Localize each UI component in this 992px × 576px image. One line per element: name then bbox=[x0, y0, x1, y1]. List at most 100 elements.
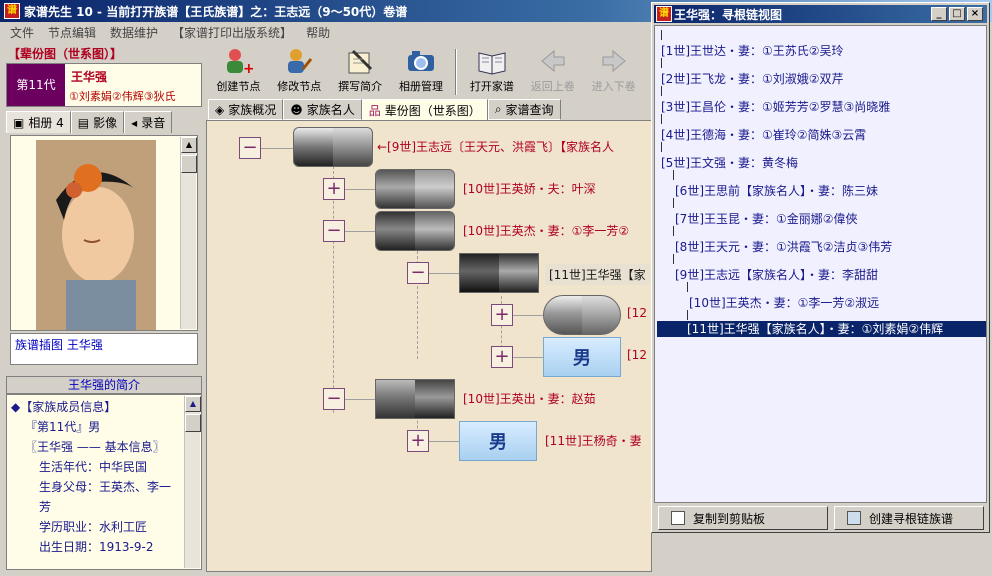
tree-node-label[interactable]: [10世]王英娇・夫：叶深 bbox=[463, 180, 596, 197]
tab-genealogy-search[interactable]: ⌕ 家谱查询 bbox=[487, 99, 561, 120]
camera-icon: ▣ bbox=[13, 115, 25, 130]
collapse-toggle[interactable]: − bbox=[323, 220, 345, 242]
male-placeholder-icon[interactable]: 男 bbox=[543, 337, 621, 377]
window-controls: _ □ × bbox=[931, 7, 983, 21]
expand-toggle[interactable]: + bbox=[491, 304, 513, 326]
create-node-button[interactable]: + 创建节点 bbox=[208, 45, 269, 97]
member-spouses: ①刘素娟②伟辉③狄氏 bbox=[69, 90, 176, 103]
intro-line: 生身父母：王英杰、李一芳 bbox=[39, 480, 172, 514]
intro-scrollbar[interactable]: ▲ bbox=[184, 396, 201, 568]
chain-item-selected[interactable]: [11世]王华强【家族名人】・妻：①刘素娟②伟辉 bbox=[657, 321, 986, 337]
tree-node-label[interactable]: [12 bbox=[627, 306, 647, 320]
intro-line: 出生日期：1913-9-2 bbox=[39, 540, 154, 554]
maximize-icon[interactable]: □ bbox=[949, 7, 965, 21]
face-photo bbox=[415, 170, 454, 208]
expand-toggle[interactable]: + bbox=[323, 178, 345, 200]
tree-node-label-selected[interactable]: [11世]王华强【家 bbox=[545, 264, 650, 285]
intro-line: 〖王华强 —— 基本信息〗 bbox=[25, 440, 165, 454]
couple-photo[interactable] bbox=[375, 379, 455, 419]
couple-photo[interactable] bbox=[459, 253, 539, 293]
close-icon[interactable]: × bbox=[967, 7, 983, 21]
chain-item[interactable]: [6世]王思前【家族名人】・妻：陈三妹 bbox=[675, 182, 878, 199]
tab-audio[interactable]: ◂ 录音 bbox=[124, 111, 173, 133]
minimize-icon[interactable]: _ bbox=[931, 7, 947, 21]
chain-connector bbox=[661, 86, 662, 96]
prev-volume-button[interactable]: 返回上卷 bbox=[522, 45, 583, 97]
tab-family-celebrities[interactable]: ☻ 家族名人 bbox=[283, 99, 362, 120]
chain-item[interactable]: [3世]王昌伦・妻：①姬芳芳②罗慧③尚晓雅 bbox=[661, 98, 890, 115]
next-volume-button[interactable]: 进入下卷 bbox=[583, 45, 644, 97]
chain-item[interactable]: [8世]王天元・妻：①洪霞飞②洁贞③伟芳 bbox=[675, 238, 892, 255]
tab-video[interactable]: ▤ 影像 bbox=[70, 111, 125, 133]
intro-title: 王华强的简介 bbox=[6, 376, 202, 394]
chain-item[interactable]: [7世]王玉昆・妻：①金丽娜②偉俠 bbox=[675, 210, 858, 227]
chain-item[interactable]: [9世]王志远【家族名人】・妻：李甜甜 bbox=[675, 266, 878, 283]
chain-item[interactable]: [4世]王德海・妻：①崔玲②简姝③云霄 bbox=[661, 126, 866, 143]
write-intro-label: 撰写简介 bbox=[338, 80, 383, 93]
tree-node-label[interactable]: [12 bbox=[627, 348, 647, 362]
tab-album[interactable]: ▣ 相册 4 bbox=[6, 111, 71, 133]
menu-node-edit[interactable]: 节点编辑 bbox=[48, 24, 96, 41]
album-scrollbar[interactable]: ▲ bbox=[180, 137, 197, 329]
app-logo-icon: 谱 bbox=[4, 3, 20, 19]
edit-node-icon bbox=[288, 49, 313, 73]
male-placeholder-icon[interactable]: 男 bbox=[459, 421, 537, 461]
arrow-left-icon bbox=[540, 49, 565, 73]
chain-item[interactable]: [5世]王文强・妻：黄冬梅 bbox=[661, 154, 798, 171]
couple-photo[interactable] bbox=[375, 169, 455, 209]
couple-photo[interactable] bbox=[375, 211, 455, 251]
collapse-toggle[interactable]: − bbox=[323, 388, 345, 410]
scroll-thumb[interactable] bbox=[185, 414, 201, 432]
menu-help[interactable]: 帮助 bbox=[306, 24, 330, 41]
svg-text:+: + bbox=[243, 61, 253, 75]
chain-window-title: 王华强：寻根链视图 bbox=[674, 7, 783, 22]
chain-connector bbox=[673, 254, 674, 264]
menu-data[interactable]: 数据维护 bbox=[110, 24, 158, 41]
face-photo bbox=[376, 170, 415, 208]
menu-print[interactable]: 【家谱打印出版系统】 bbox=[172, 24, 292, 41]
expand-toggle[interactable]: + bbox=[491, 346, 513, 368]
collapse-toggle[interactable]: − bbox=[407, 262, 429, 284]
chain-connector bbox=[673, 170, 674, 180]
write-intro-button[interactable]: 撰写简介 bbox=[330, 45, 391, 97]
generation-tree: − ←[9世]王志远〔王天元、洪霞飞〕【家族名人 + [10世]王英娇・夫：叶深… bbox=[206, 120, 652, 572]
audio-icon: ◂ bbox=[131, 115, 138, 130]
chain-connector bbox=[687, 310, 688, 320]
tree-node-label[interactable]: [10世]王英出・妻：赵茹 bbox=[463, 390, 596, 407]
tree-node-label[interactable]: [10世]王英杰・妻：①李一芳② bbox=[463, 222, 629, 239]
create-node-icon: + bbox=[227, 49, 253, 75]
album-viewer: ▲ bbox=[10, 135, 198, 331]
people-icon: ☻ bbox=[290, 102, 303, 117]
menu-file[interactable]: 文件 bbox=[10, 24, 34, 41]
app-logo-icon: 谱 bbox=[656, 6, 672, 22]
generation-panel-title: 【辈份图（世系图）】 bbox=[8, 47, 123, 61]
tab-video-label: 影像 bbox=[93, 116, 118, 130]
tree-node-label[interactable]: ←[9世]王志远〔王天元、洪霞飞〕【家族名人 bbox=[377, 138, 614, 155]
tree-node-label[interactable]: [11世]王杨奇・妻 bbox=[545, 432, 642, 449]
tab-generation-chart[interactable]: 品 辈份图（世系图） bbox=[361, 99, 488, 120]
tab-label: 家谱查询 bbox=[505, 103, 554, 117]
copy-to-clipboard-button[interactable]: 复制到剪贴板 bbox=[658, 506, 828, 530]
expand-toggle[interactable]: + bbox=[407, 430, 429, 452]
search-icon: ⌕ bbox=[494, 102, 502, 116]
chain-item[interactable]: [2世]王飞龙・妻：①刘淑娥②双芹 bbox=[661, 70, 844, 87]
couple-photo[interactable] bbox=[293, 127, 373, 167]
intro-line: 生活年代：中华民国 bbox=[39, 460, 148, 474]
create-chain-genealogy-button[interactable]: 创建寻根链族谱 bbox=[834, 506, 984, 530]
open-genealogy-button[interactable]: 打开家谱 bbox=[461, 45, 522, 97]
chain-item[interactable]: [10世]王英杰・妻：①李一芳②淑远 bbox=[689, 294, 879, 311]
view-tabs: ◈ 家族概况 ☻ 家族名人 品 辈份图（世系图） ⌕ 家谱查询 bbox=[208, 99, 644, 120]
scroll-up-icon[interactable]: ▲ bbox=[181, 137, 197, 153]
edit-node-button[interactable]: 修改节点 bbox=[269, 45, 330, 97]
collapse-toggle[interactable]: − bbox=[239, 137, 261, 159]
album-manage-button[interactable]: 相册管理 bbox=[391, 45, 452, 97]
couple-photo[interactable] bbox=[543, 295, 621, 335]
tab-label: 家族概况 bbox=[228, 103, 277, 117]
scroll-up-icon[interactable]: ▲ bbox=[185, 396, 201, 412]
media-tabs: ▣ 相册 4 ▤ 影像 ◂ 录音 bbox=[6, 111, 202, 133]
face-photo bbox=[415, 380, 454, 418]
chain-item[interactable]: [1世]王世达・妻：①王苏氏②吴玲 bbox=[661, 42, 844, 59]
tab-family-overview[interactable]: ◈ 家族概况 bbox=[208, 99, 284, 120]
generation-badge: 第11代 bbox=[7, 64, 65, 106]
scroll-thumb[interactable] bbox=[181, 155, 197, 173]
